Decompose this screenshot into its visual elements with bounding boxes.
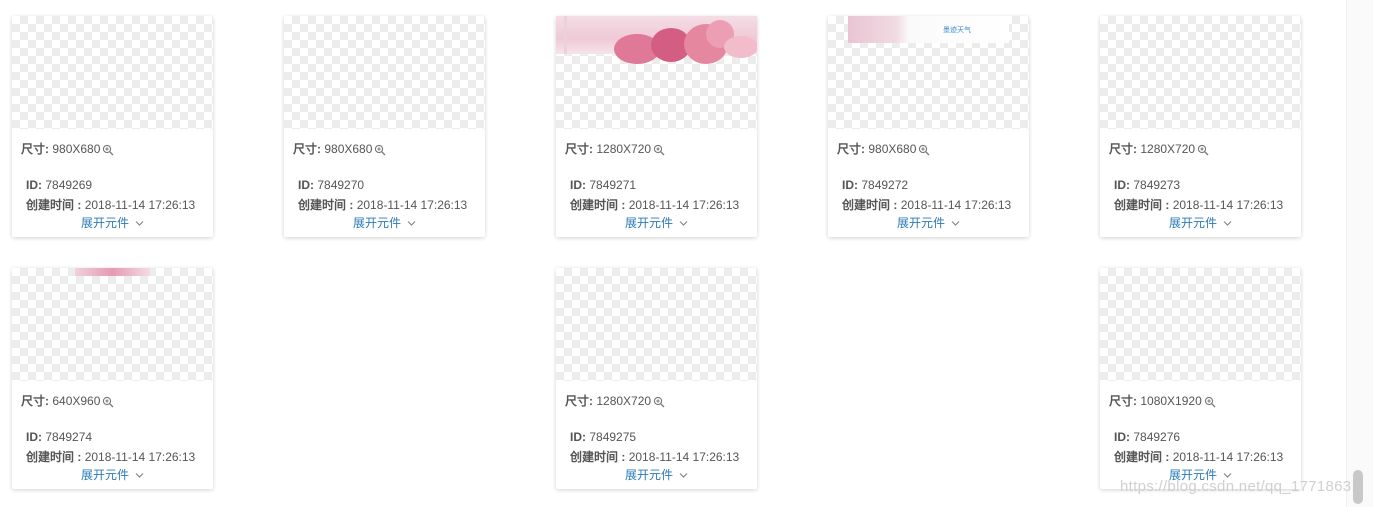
chevron-down-icon xyxy=(407,221,416,227)
created-time-row: 创建时间 : 2018-11-14 17:26:13 xyxy=(26,450,196,464)
card-preview[interactable] xyxy=(284,16,485,129)
chevron-down-icon xyxy=(679,221,688,227)
size-row: 尺寸: 1280X720 xyxy=(565,392,665,409)
template-card[interactable]: 尺寸: 980X680 ID: 7849269 创建时间 : 2018-11-1… xyxy=(12,16,213,237)
zoom-in-icon[interactable] xyxy=(653,396,665,408)
id-row: ID: 7849273 xyxy=(1114,178,1181,192)
card-preview[interactable] xyxy=(556,16,757,129)
expand-elements-link[interactable]: 展开元件 xyxy=(556,466,757,483)
id-row: ID: 7849269 xyxy=(26,178,93,192)
created-time-row: 创建时间 : 2018-11-14 17:26:13 xyxy=(570,450,740,464)
expand-elements-link[interactable]: 展开元件 xyxy=(12,466,213,483)
strip-preview-image xyxy=(75,268,150,276)
chevron-down-icon xyxy=(951,221,960,227)
card-preview[interactable] xyxy=(1100,16,1301,129)
created-time-row: 创建时间 : 2018-11-14 17:26:13 xyxy=(842,198,1012,212)
card-preview[interactable] xyxy=(556,268,757,381)
size-row: 尺寸: 980X680 xyxy=(21,140,114,157)
weather-preview-image: 墨迹天气 xyxy=(848,16,1009,43)
created-time-row: 创建时间 : 2018-11-14 17:26:13 xyxy=(26,198,196,212)
expand-elements-link[interactable]: 展开元件 xyxy=(284,214,485,231)
id-row: ID: 7849271 xyxy=(570,178,637,192)
template-card[interactable]: 尺寸: 980X680 ID: 7849270 创建时间 : 2018-11-1… xyxy=(284,16,485,237)
size-row: 尺寸: 1080X1920 xyxy=(1109,392,1216,409)
expand-elements-link[interactable]: 展开元件 xyxy=(12,214,213,231)
flower-preview-image xyxy=(556,16,757,64)
size-row: 尺寸: 1280X720 xyxy=(565,140,665,157)
chevron-down-icon xyxy=(1223,221,1232,227)
id-row: ID: 7849270 xyxy=(298,178,365,192)
template-card[interactable]: 墨迹天气 尺寸: 980X680 ID: 7849272 创建时间 : 2018… xyxy=(828,16,1029,237)
expand-elements-link[interactable]: 展开元件 xyxy=(1100,214,1301,231)
card-preview[interactable] xyxy=(12,16,213,129)
zoom-in-icon[interactable] xyxy=(653,144,665,156)
zoom-in-icon[interactable] xyxy=(102,396,114,408)
template-card[interactable]: 尺寸: 1280X720 ID: 7849275 创建时间 : 2018-11-… xyxy=(556,268,757,489)
template-card[interactable]: 尺寸: 1080X1920 ID: 7849276 创建时间 : 2018-11… xyxy=(1100,268,1301,489)
id-row: ID: 7849275 xyxy=(570,430,637,444)
weather-preview-text: 墨迹天气 xyxy=(943,27,971,34)
zoom-in-icon[interactable] xyxy=(374,144,386,156)
card-preview[interactable]: 墨迹天气 xyxy=(828,16,1029,129)
template-card[interactable]: 尺寸: 640X960 ID: 7849274 创建时间 : 2018-11-1… xyxy=(12,268,213,489)
template-card[interactable]: 尺寸: 1280X720 ID: 7849273 创建时间 : 2018-11-… xyxy=(1100,16,1301,237)
zoom-in-icon[interactable] xyxy=(918,144,930,156)
created-time-row: 创建时间 : 2018-11-14 17:26:13 xyxy=(1114,198,1284,212)
id-row: ID: 7849274 xyxy=(26,430,93,444)
zoom-in-icon[interactable] xyxy=(1197,144,1209,156)
chevron-down-icon xyxy=(135,473,144,479)
expand-elements-link[interactable]: 展开元件 xyxy=(828,214,1029,231)
template-card[interactable]: 尺寸: 1280X720 ID: 7849271 创建时间 : 2018-11-… xyxy=(556,16,757,237)
created-time-row: 创建时间 : 2018-11-14 17:26:13 xyxy=(1114,450,1284,464)
zoom-in-icon[interactable] xyxy=(102,144,114,156)
size-row: 尺寸: 980X680 xyxy=(293,140,386,157)
card-preview[interactable] xyxy=(1100,268,1301,381)
created-time-row: 创建时间 : 2018-11-14 17:26:13 xyxy=(298,198,468,212)
expand-elements-link[interactable]: 展开元件 xyxy=(556,214,757,231)
vertical-scrollbar[interactable] xyxy=(1346,0,1373,507)
watermark: https://blog.csdn.net/qq_17718631 xyxy=(1120,478,1361,495)
chevron-down-icon xyxy=(135,221,144,227)
id-row: ID: 7849276 xyxy=(1114,430,1181,444)
size-row: 尺寸: 640X960 xyxy=(21,392,114,409)
chevron-down-icon xyxy=(679,473,688,479)
size-row: 尺寸: 1280X720 xyxy=(1109,140,1209,157)
size-row: 尺寸: 980X680 xyxy=(837,140,930,157)
id-row: ID: 7849272 xyxy=(842,178,909,192)
zoom-in-icon[interactable] xyxy=(1204,396,1216,408)
created-time-row: 创建时间 : 2018-11-14 17:26:13 xyxy=(570,198,740,212)
card-preview[interactable] xyxy=(12,268,213,381)
